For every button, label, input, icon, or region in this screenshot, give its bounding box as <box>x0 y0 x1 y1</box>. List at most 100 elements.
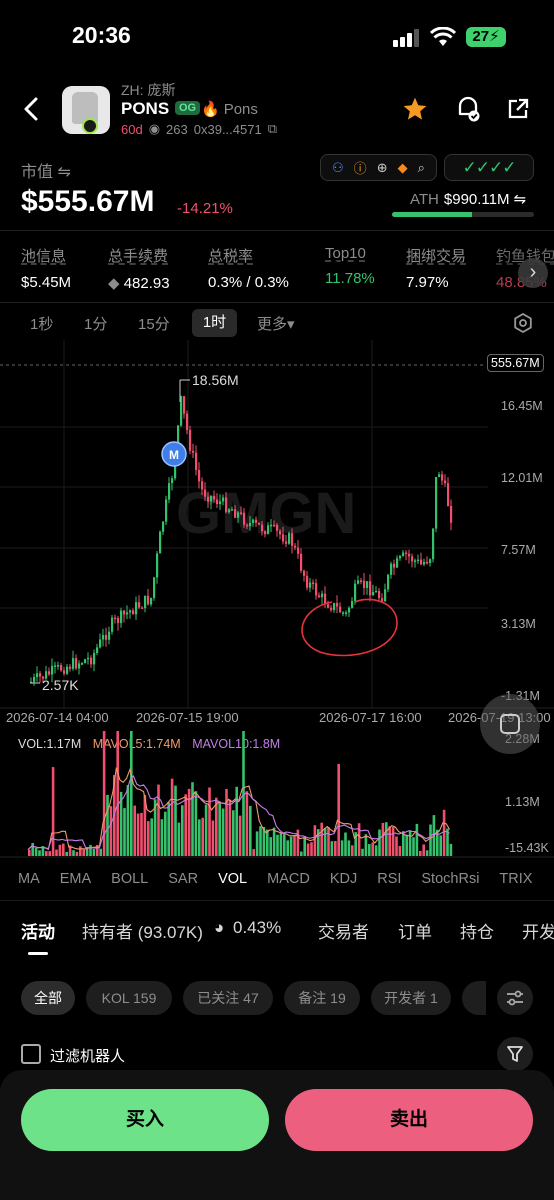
volume-bar <box>419 850 422 856</box>
globe-icon[interactable]: ⊕ <box>377 160 388 176</box>
candle-body <box>366 581 369 588</box>
sell-button[interactable]: 卖出 <box>285 1089 533 1151</box>
volume-bar <box>150 818 153 856</box>
volume-bar <box>184 794 187 856</box>
volume-bar <box>140 812 143 856</box>
timeframe-15m[interactable]: 15分 <box>138 313 170 334</box>
chart-settings-icon[interactable] <box>513 313 533 333</box>
back-icon[interactable] <box>20 95 44 123</box>
alert-icon[interactable] <box>455 95 481 123</box>
y-tick-label: 3.13M <box>501 617 536 631</box>
price-chart[interactable]: GMGN 16.45M12.01M7.57M3.13M-1.31M 2026-0… <box>0 340 554 860</box>
volume-bar <box>249 805 252 856</box>
stat-tax-rate[interactable]: 总税率 0.3% / 0.3% <box>208 245 289 291</box>
candle-body <box>384 589 387 602</box>
candle-body <box>243 512 246 525</box>
filter-following[interactable]: 已关注 47 <box>183 981 273 1015</box>
volume-bar <box>269 837 272 856</box>
market-cap-label[interactable]: 市值 ⇋ <box>21 158 71 182</box>
indicator-stochrsi[interactable]: StochRsi <box>421 871 479 887</box>
star-icon[interactable] <box>402 96 428 122</box>
timeframe-1m[interactable]: 1分 <box>84 313 107 334</box>
volume-bar <box>323 828 327 856</box>
token-zh-name: ZH: 庞斯 <box>121 82 176 98</box>
filter-kol[interactable]: KOL 159 <box>86 981 172 1015</box>
candle-body <box>153 577 156 598</box>
volume-bar <box>310 842 313 856</box>
stat-bundle[interactable]: 捆绑交易 7.97% <box>406 245 466 291</box>
volume-bar <box>293 835 296 856</box>
ath-value[interactable]: $990.11M ⇋ <box>444 190 526 208</box>
filter-notes[interactable]: 备注 19 <box>284 981 360 1015</box>
tab-dev[interactable]: 开发 <box>522 918 554 943</box>
volume-bar <box>38 850 41 856</box>
indicator-ema[interactable]: EMA <box>60 871 91 887</box>
volume-bar <box>126 785 130 856</box>
indicator-kdj[interactable]: KDJ <box>330 871 357 887</box>
timeframe-1h[interactable]: 1时 <box>192 309 237 337</box>
stat-top10[interactable]: Top10 11.78% <box>325 245 375 287</box>
security-checks[interactable]: ✓✓✓✓ <box>444 154 534 181</box>
timeframe-1s[interactable]: 1秒 <box>30 313 53 334</box>
candle-body <box>273 524 276 527</box>
copy-icon[interactable]: ⧉ <box>268 121 277 137</box>
indicator-boll[interactable]: BOLL <box>111 871 148 887</box>
tab-traders[interactable]: 交易者 <box>318 918 369 943</box>
stat-pool-info[interactable]: 池信息 $5.45M <box>21 245 71 291</box>
volume-bar <box>225 789 228 856</box>
candle-body <box>105 634 108 640</box>
volume-bar <box>378 829 381 856</box>
volume-bar <box>364 834 368 856</box>
volume-bar <box>344 832 347 856</box>
candle-body <box>156 553 159 578</box>
sliders-icon <box>507 990 523 1006</box>
social-links[interactable]: ⚇ ⓘ ⊕ ◆ ⌕ <box>320 154 437 181</box>
filter-all[interactable]: 全部 <box>21 981 75 1015</box>
volume-bar <box>320 822 323 856</box>
candle-body <box>258 522 261 525</box>
volume-bar <box>334 841 337 856</box>
filter-settings-button[interactable] <box>497 981 533 1015</box>
volume-bar <box>442 809 446 856</box>
funnel-filter-button[interactable] <box>497 1037 533 1071</box>
candle-body <box>267 525 270 535</box>
candle-body <box>318 595 321 598</box>
wifi-icon <box>430 27 456 46</box>
filter-dev[interactable]: 开发者 1 <box>371 981 451 1015</box>
tab-orders[interactable]: 订单 <box>398 918 432 943</box>
candle-body <box>93 652 96 665</box>
volume-bar <box>330 841 334 856</box>
candle-body <box>126 612 129 615</box>
volume-bar <box>300 851 303 856</box>
tab-holders[interactable]: 持有者 (93.07K) <box>82 918 203 943</box>
contract-address[interactable]: 0x39...4571 <box>194 122 262 137</box>
scroll-right-icon[interactable]: › <box>518 258 548 288</box>
candle-body <box>297 547 300 554</box>
vol-legend: VOL:1.17M <box>18 737 81 751</box>
filter-more[interactable] <box>462 981 486 1015</box>
stat-total-fees[interactable]: 总手续费 ◆ 482.93 <box>108 245 170 292</box>
volume-bar <box>381 822 385 856</box>
indicator-macd[interactable]: MACD <box>267 871 310 887</box>
fox-icon[interactable]: ◆ <box>398 160 408 176</box>
floating-assistant-icon[interactable] <box>480 694 540 754</box>
candle-body <box>222 497 225 502</box>
volume-bar <box>208 787 211 856</box>
tab-positions[interactable]: 持仓 <box>460 918 494 943</box>
indicator-trix[interactable]: TRIX <box>499 871 532 887</box>
timeframe-more[interactable]: 更多▾ <box>257 313 295 334</box>
warning-icon[interactable]: ⓘ <box>354 158 367 177</box>
volume-bar <box>272 827 276 856</box>
user-icon[interactable]: ⚇ <box>332 160 344 176</box>
search-icon[interactable]: ⌕ <box>418 160 425 176</box>
indicator-vol[interactable]: VOL <box>218 871 247 887</box>
candle-body <box>144 595 147 609</box>
indicator-ma[interactable]: MA <box>18 871 40 887</box>
indicator-rsi[interactable]: RSI <box>377 871 401 887</box>
tab-activity[interactable]: 活动 <box>21 918 55 943</box>
indicator-sar[interactable]: SAR <box>168 871 198 887</box>
share-icon[interactable] <box>506 97 530 121</box>
bot-filter-checkbox[interactable] <box>21 1044 41 1064</box>
buy-button[interactable]: 买入 <box>21 1089 269 1151</box>
volume-bar <box>252 849 255 856</box>
